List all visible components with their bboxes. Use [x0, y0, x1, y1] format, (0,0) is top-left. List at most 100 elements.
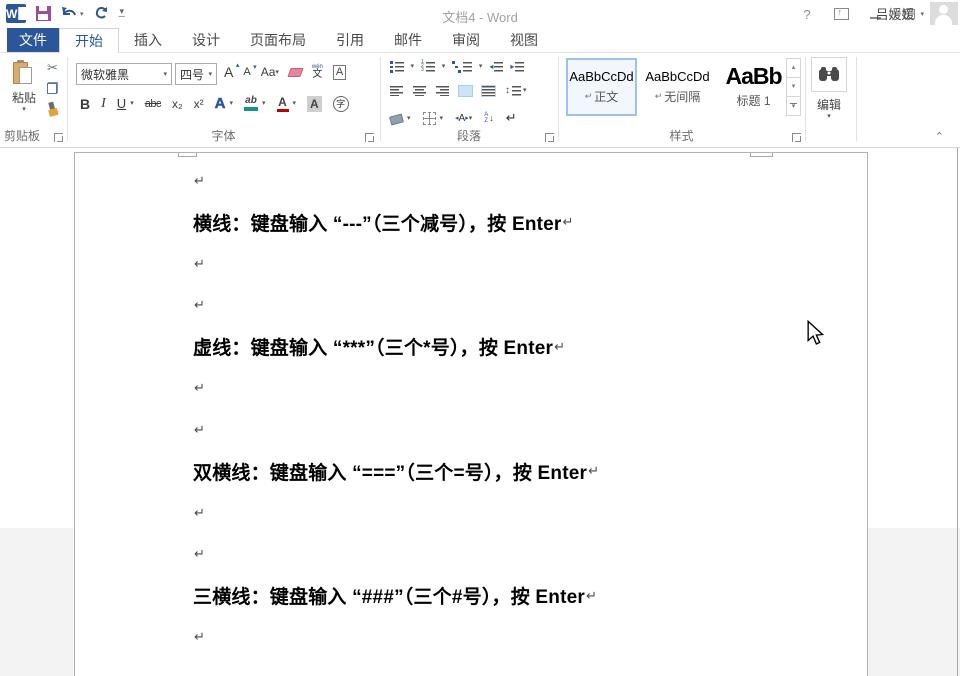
- underline-button[interactable]: U: [117, 96, 126, 111]
- multilevel-list-button[interactable]: [452, 61, 472, 73]
- doc-empty-paragraph[interactable]: ↵: [193, 243, 837, 285]
- tab-审阅[interactable]: 审阅: [437, 28, 495, 52]
- tab-设计[interactable]: 设计: [177, 28, 235, 52]
- bullets-dropdown-arrow[interactable]: ▾: [411, 63, 415, 70]
- bold-button[interactable]: B: [80, 96, 90, 112]
- change-case-button[interactable]: Aa▾: [261, 65, 279, 79]
- help-button[interactable]: ?: [794, 4, 820, 24]
- undo-dropdown-arrow[interactable]: ▾: [80, 10, 84, 18]
- clipboard-dialog-launcher[interactable]: [54, 133, 63, 142]
- font-size-combo[interactable]: 四号▾: [175, 63, 217, 85]
- word-app-icon[interactable]: W: [6, 4, 26, 23]
- tab-引用[interactable]: 引用: [321, 28, 379, 52]
- styles-scroll-up-button[interactable]: ▴: [786, 58, 801, 78]
- font-name-combo[interactable]: 微软雅黑▾: [76, 63, 172, 85]
- redo-button[interactable]: [94, 6, 109, 21]
- document-page[interactable]: ↵横线：键盘输入 “---”（三个减号），按 Enter↵↵↵虚线：键盘输入 “…: [74, 152, 868, 676]
- paragraph-mark-icon: ↵: [563, 214, 574, 230]
- highlight-color-button[interactable]: ab: [244, 96, 258, 111]
- highlight-dropdown-arrow[interactable]: ▾: [262, 100, 266, 107]
- user-account-area[interactable]: 吕媛媛 ▾: [875, 2, 958, 25]
- sort-button[interactable]: AZ↓: [484, 112, 494, 124]
- character-shading-button[interactable]: A: [307, 96, 322, 112]
- paste-button[interactable]: 粘贴 ▾: [6, 58, 42, 132]
- title-bar: W ▾ ▾─ 文档4 - Word ? ✕: [0, 0, 960, 28]
- doc-empty-paragraph[interactable]: ↵: [193, 617, 837, 659]
- font-dialog-launcher[interactable]: [365, 133, 374, 142]
- save-icon[interactable]: [36, 6, 51, 21]
- style-无间隔[interactable]: AaBbCcDd↵无间隔: [642, 58, 713, 116]
- font-color-button[interactable]: A: [277, 96, 289, 112]
- style-正文[interactable]: AaBbCcDd↵正文: [566, 58, 637, 116]
- align-left-button[interactable]: [390, 86, 403, 96]
- paragraph-dialog-launcher[interactable]: [545, 133, 554, 142]
- doc-empty-paragraph[interactable]: ↵: [193, 534, 837, 576]
- doc-empty-paragraph[interactable]: ↵: [193, 492, 837, 534]
- distribute-button[interactable]: [482, 86, 495, 96]
- format-painter-icon[interactable]: [44, 101, 60, 118]
- increase-indent-button[interactable]: ▸: [510, 62, 524, 72]
- borders-button[interactable]: [423, 112, 436, 125]
- text-effects-button[interactable]: A: [215, 95, 226, 112]
- doc-empty-paragraph[interactable]: ↵: [193, 368, 837, 410]
- decrease-indent-button[interactable]: ◂: [489, 62, 503, 72]
- doc-empty-paragraph[interactable]: ↵: [193, 285, 837, 327]
- copy-icon[interactable]: [47, 82, 58, 94]
- tab-邮件[interactable]: 邮件: [379, 28, 437, 52]
- style-标题 1[interactable]: AaBb标题 1: [718, 58, 789, 116]
- subscript-button[interactable]: x₂: [172, 97, 183, 111]
- enclose-characters-button[interactable]: 字: [333, 96, 349, 112]
- tab-视图[interactable]: 视图: [495, 28, 553, 52]
- shading-dropdown-arrow[interactable]: ▾: [407, 115, 411, 122]
- sort-z: Z: [484, 118, 488, 124]
- numbering-button[interactable]: 123: [421, 61, 435, 72]
- doc-paragraph[interactable]: 横线：键盘输入 “---”（三个减号），按 Enter↵: [193, 202, 837, 244]
- line-spacing-button[interactable]: ↕▾: [505, 85, 527, 96]
- user-avatar[interactable]: [930, 2, 958, 25]
- doc-empty-paragraph[interactable]: ↵: [193, 160, 837, 202]
- numbering-dropdown-arrow[interactable]: ▾: [442, 63, 446, 70]
- strikethrough-button[interactable]: abc: [145, 98, 161, 110]
- borders-dropdown-arrow[interactable]: ▾: [440, 115, 444, 122]
- show-hide-marks-button[interactable]: ↵: [506, 110, 517, 126]
- styles-more-button[interactable]: ▾: [786, 97, 801, 116]
- clear-formatting-icon[interactable]: [287, 68, 303, 77]
- shading-button[interactable]: [389, 113, 404, 125]
- undo-button[interactable]: ▾: [61, 6, 84, 21]
- doc-empty-paragraph[interactable]: ↵: [193, 409, 837, 451]
- doc-paragraph[interactable]: 双横线：键盘输入 “===”（三个=号），按 Enter↵: [193, 451, 837, 493]
- tab-开始[interactable]: 开始: [59, 28, 119, 53]
- italic-button[interactable]: I: [101, 96, 106, 112]
- tab-插入[interactable]: 插入: [119, 28, 177, 52]
- justify-button[interactable]: [459, 86, 472, 96]
- asian-layout-button[interactable]: ◂A▸▾: [455, 113, 472, 124]
- styles-dialog-launcher[interactable]: [792, 133, 801, 142]
- editing-dropdown-arrow[interactable]: ▾: [827, 113, 831, 120]
- shrink-font-button[interactable]: A: [243, 66, 250, 78]
- phonetic-guide-button[interactable]: wén文: [312, 64, 323, 80]
- align-center-button[interactable]: [413, 86, 426, 96]
- doc-paragraph[interactable]: 三横线：键盘输入 “###”（三个#号），按 Enter↵: [193, 575, 837, 617]
- editing-button[interactable]: 编辑 ▾: [808, 57, 850, 120]
- document-area[interactable]: ↵横线：键盘输入 “---”（三个减号），按 Enter↵↵↵虚线：键盘输入 “…: [0, 148, 960, 676]
- ribbon-display-options-button[interactable]: [828, 4, 854, 24]
- multilevel-dropdown-arrow[interactable]: ▾: [479, 63, 483, 70]
- user-dropdown-arrow[interactable]: ▾: [920, 10, 924, 18]
- paragraph-mark-icon: ↵: [194, 505, 205, 521]
- font-color-dropdown-arrow[interactable]: ▾: [293, 100, 297, 107]
- align-right-button[interactable]: [436, 86, 449, 96]
- grow-font-button[interactable]: A: [224, 64, 233, 80]
- styles-scroll-down-button[interactable]: ▾: [786, 78, 801, 97]
- superscript-button[interactable]: x²: [194, 97, 204, 111]
- cut-icon[interactable]: ✂: [47, 61, 58, 74]
- customize-qat-button[interactable]: ▾─: [119, 9, 125, 19]
- text-effects-dropdown-arrow[interactable]: ▾: [229, 100, 233, 107]
- tab-file[interactable]: 文件: [7, 28, 59, 52]
- tab-页面布局[interactable]: 页面布局: [235, 28, 321, 52]
- collapse-ribbon-button[interactable]: ⌃: [935, 130, 944, 143]
- character-border-button[interactable]: A: [333, 65, 346, 80]
- bullets-button[interactable]: [390, 61, 404, 73]
- doc-paragraph[interactable]: 虚线：键盘输入 “***”（三个*号），按 Enter↵: [193, 326, 837, 368]
- underline-dropdown-arrow[interactable]: ▾: [130, 100, 134, 107]
- paste-dropdown-arrow[interactable]: ▾: [22, 106, 26, 113]
